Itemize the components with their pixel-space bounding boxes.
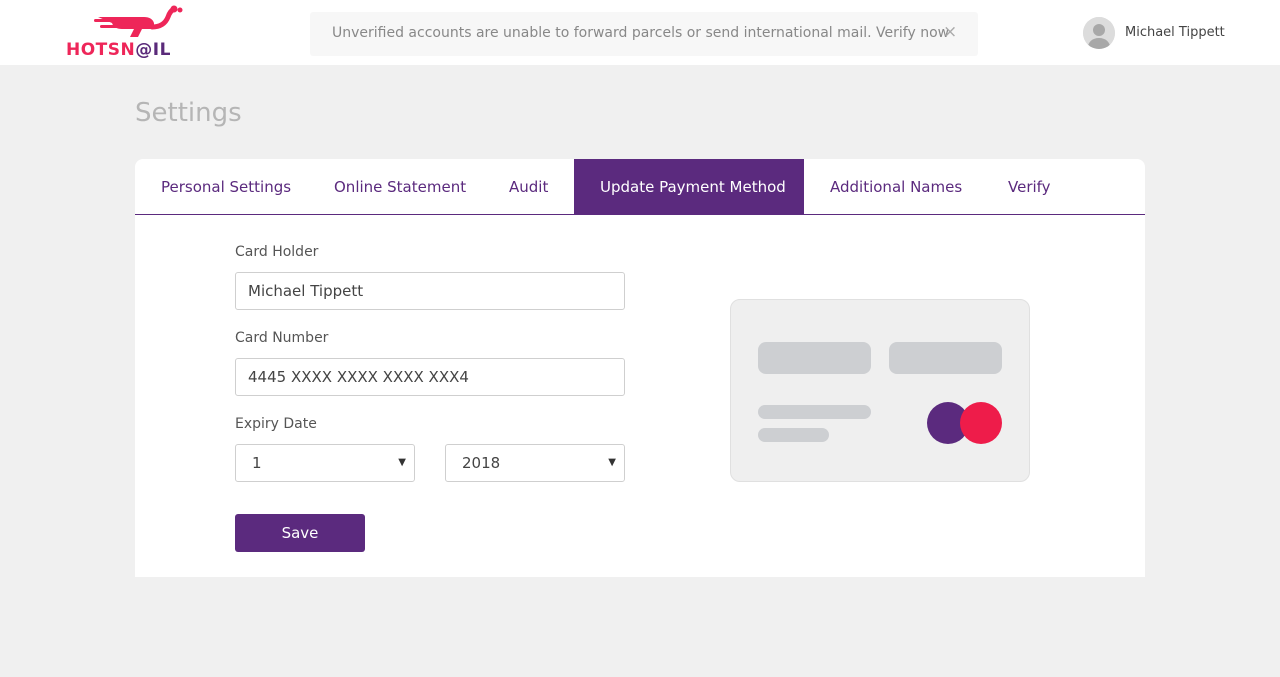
user-name[interactable]: Michael Tippett bbox=[1125, 25, 1225, 40]
card-placeholder-block bbox=[758, 342, 871, 374]
card-holder-label: Card Holder bbox=[235, 244, 319, 260]
settings-tabs: Personal Settings Online Statement Audit… bbox=[135, 159, 1145, 215]
expiry-date-label: Expiry Date bbox=[235, 416, 317, 432]
card-placeholder-line bbox=[758, 428, 829, 442]
tab-update-payment-method[interactable]: Update Payment Method bbox=[574, 159, 804, 214]
tab-audit[interactable]: Audit bbox=[483, 159, 574, 214]
top-navbar: HOTSN@IL Unverified accounts are unable … bbox=[0, 0, 1280, 65]
caret-down-icon: ▼ bbox=[608, 457, 616, 468]
settings-panel: Personal Settings Online Statement Audit… bbox=[135, 159, 1145, 577]
card-holder-input[interactable]: Michael Tippett bbox=[235, 272, 625, 310]
card-brand-circle-icon bbox=[960, 402, 1002, 444]
snail-logo-icon bbox=[94, 5, 183, 37]
hotsnail-logo[interactable]: HOTSN@IL bbox=[64, 5, 184, 61]
save-button[interactable]: Save bbox=[235, 514, 365, 552]
card-placeholder-block bbox=[889, 342, 1002, 374]
expiry-year-select[interactable]: 2018 ▼ bbox=[445, 444, 625, 482]
logo-wordmark: HOTSN@IL bbox=[66, 40, 171, 60]
card-number-label: Card Number bbox=[235, 330, 329, 346]
tab-personal-settings[interactable]: Personal Settings bbox=[135, 159, 317, 214]
verification-notice: Unverified accounts are unable to forwar… bbox=[310, 12, 978, 56]
card-placeholder-line bbox=[758, 405, 871, 419]
caret-down-icon: ▼ bbox=[398, 457, 406, 468]
tab-verify[interactable]: Verify bbox=[982, 159, 1077, 214]
card-number-input[interactable]: 4445 XXXX XXXX XXXX XXX4 bbox=[235, 358, 625, 396]
notice-text[interactable]: Unverified accounts are unable to forwar… bbox=[332, 25, 949, 41]
close-icon[interactable]: × bbox=[943, 22, 957, 42]
tab-online-statement[interactable]: Online Statement bbox=[308, 159, 492, 214]
expiry-year-value: 2018 bbox=[462, 454, 501, 472]
credit-card-illustration bbox=[730, 299, 1030, 482]
expiry-month-select[interactable]: 1 ▼ bbox=[235, 444, 415, 482]
expiry-month-value: 1 bbox=[252, 454, 262, 472]
page-title: Settings bbox=[135, 98, 242, 128]
tab-additional-names[interactable]: Additional Names bbox=[804, 159, 988, 214]
avatar[interactable] bbox=[1083, 17, 1115, 49]
user-silhouette-icon bbox=[1083, 17, 1115, 49]
